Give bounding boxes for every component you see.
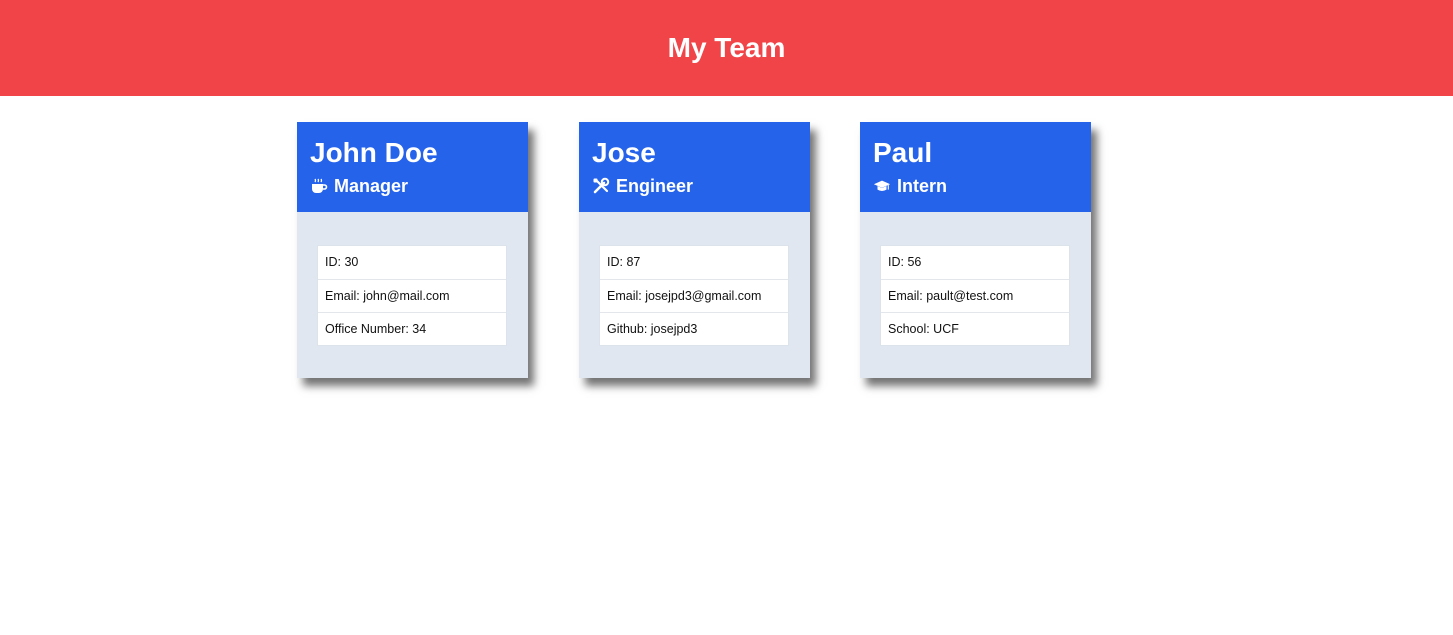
info-email[interactable]: Email: josejpd3@gmail.com [600,279,788,312]
employee-card-manager: John Doe Manager ID: 30 Email: john@mail… [297,122,528,378]
employee-name: John Doe [310,137,438,168]
employee-name: Jose [592,137,656,168]
info-id: ID: 30 [325,255,359,269]
employee-card-intern: Paul Intern ID: 56 Email: pault@test.com… [860,122,1091,378]
info-github[interactable]: Github: josejpd3 [600,312,788,345]
info-office-number: Office Number: 34 [318,312,506,345]
role-label: Intern [897,175,948,196]
info-id: ID: 87 [607,255,641,269]
card-header: Jose Engineer [579,122,810,212]
info-list: ID: 56 Email: pault@test.com School: UCF [880,245,1070,346]
card-header: John Doe Manager [297,122,528,212]
employee-card-engineer: Jose Engineer ID: 87 Email: josejpd3@gma… [579,122,810,378]
page-header: My Team [0,0,1453,96]
page-title: My Team [667,32,786,63]
card-header: Paul Intern [860,122,1091,212]
employee-role: Manager [310,175,515,197]
graduation-cap-icon [873,177,891,195]
info-email[interactable]: Email: john@mail.com [318,279,506,312]
info-school: School: UCF [881,312,1069,345]
info-list: ID: 30 Email: john@mail.com Office Numbe… [317,245,507,346]
employee-role: Engineer [592,175,797,197]
info-id: ID: 56 [888,255,922,269]
employee-name: Paul [873,137,933,168]
employee-role: Intern [873,175,1078,197]
tools-icon [592,177,610,195]
info-email[interactable]: Email: pault@test.com [881,279,1069,312]
role-label: Engineer [616,175,694,196]
info-list: ID: 87 Email: josejpd3@gmail.com Github:… [599,245,789,346]
mug-icon [310,177,328,195]
role-label: Manager [334,175,409,196]
